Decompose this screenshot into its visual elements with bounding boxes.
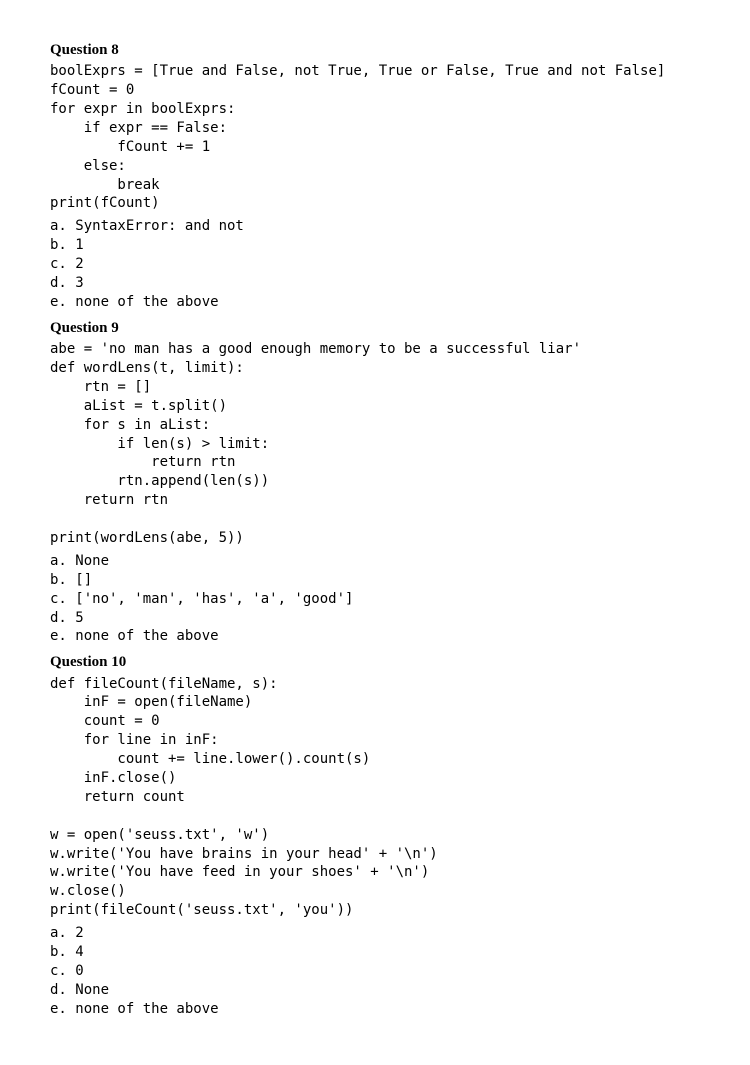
question-block: Question 9 abe = 'no man has a good enou… [50,318,700,647]
question-title: Question 10 [50,652,700,672]
question-title: Question 9 [50,318,700,338]
question-code: abe = 'no man has a good enough memory t… [50,340,700,548]
question-options: a. 2 b. 4 c. 0 d. None e. none of the ab… [50,924,700,1018]
question-code: boolExprs = [True and False, not True, T… [50,62,700,213]
question-options: a. None b. [] c. ['no', 'man', 'has', 'a… [50,552,700,646]
question-title: Question 8 [50,40,700,60]
question-code: def fileCount(fileName, s): inF = open(f… [50,675,700,921]
question-block: Question 8 boolExprs = [True and False, … [50,40,700,312]
question-options: a. SyntaxError: and not b. 1 c. 2 d. 3 e… [50,217,700,311]
question-block: Question 10 def fileCount(fileName, s): … [50,652,700,1018]
